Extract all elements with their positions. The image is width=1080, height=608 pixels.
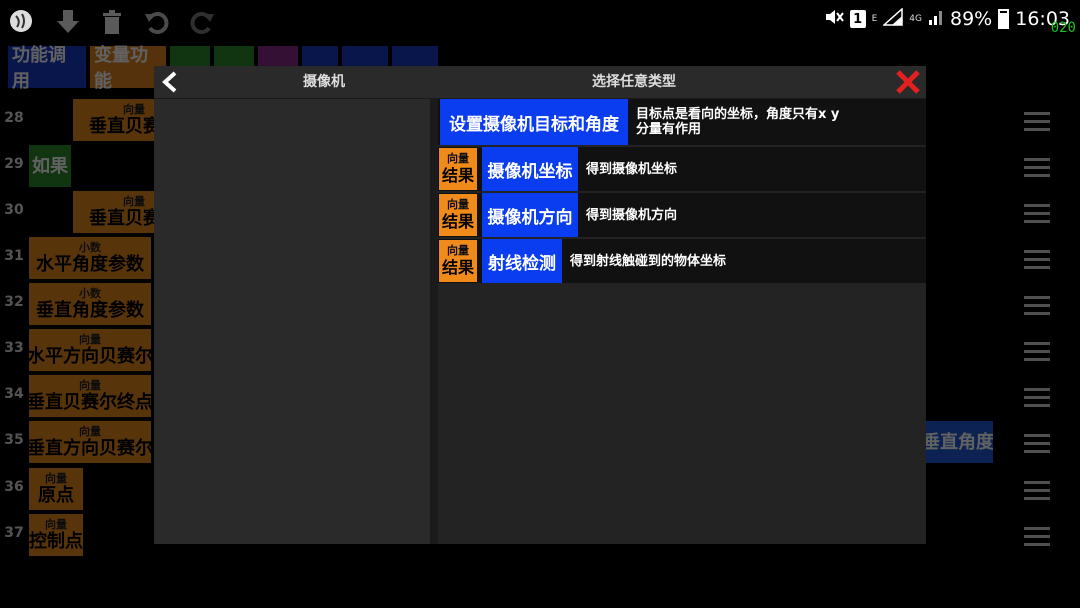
return-kind-label: 结果 [441,212,474,231]
fps-counter: 020 [1050,20,1076,36]
option-name: 射线检测 [482,239,562,283]
mute-icon [824,8,844,31]
download-icon[interactable] [54,8,82,34]
option-description: 得到射线触碰到的物体坐标 [570,253,727,269]
return-kind-label: 结果 [441,258,474,277]
option-name: 摄像机坐标 [482,147,578,191]
battery-icon [998,9,1010,29]
network-type-label: E [871,14,878,24]
battery-percent: 89% [950,8,993,30]
return-type-badge: 向量 结果 [438,239,478,283]
app-logo-icon[interactable] [8,8,36,34]
option-description: 目标点是看向的坐标，角度只有x y分量有作用 [636,107,840,137]
back-button[interactable] [154,66,186,98]
dialog-header: 摄像机 选择任意类型 [154,66,926,98]
return-type-label: 向量 [447,198,469,211]
return-type-badge: 向量 结果 [438,193,478,237]
signal-icon [882,6,904,31]
chevron-left-icon [162,71,177,93]
signal-icon-2 [928,8,944,31]
option-row[interactable]: 向量 结果 摄像机方向 得到摄像机方向 [438,193,926,237]
undo-icon[interactable] [143,8,171,34]
redo-icon[interactable] [188,8,216,34]
option-row[interactable]: 向量 结果 摄像机坐标 得到摄像机坐标 [438,147,926,191]
dialog-title: 选择任意类型 [592,74,676,90]
system-indicators: 1 E 4G 89% 16:03 [824,6,1070,31]
network-label: 4G [909,14,922,24]
return-type-label: 向量 [447,244,469,257]
option-description: 得到摄像机方向 [586,207,678,223]
option-name: 设置摄像机目标和角度 [440,99,628,145]
option-row[interactable]: 向量 结果 射线检测 得到射线触碰到的物体坐标 [438,239,926,283]
category-list[interactable] [154,99,430,544]
return-type-badge: 向量 结果 [438,147,478,191]
option-description: 得到摄像机坐标 [586,161,678,177]
sim-badge: 1 [849,10,866,28]
return-kind-label: 结果 [441,166,474,185]
status-bar: 1 E 4G 89% 16:03 020 [0,0,1080,38]
category-title: 摄像机 [303,74,345,90]
option-name: 摄像机方向 [482,193,578,237]
option-row[interactable]: 设置摄像机目标和角度 目标点是看向的坐标，角度只有x y分量有作用 [438,99,926,145]
option-list: 设置摄像机目标和角度 目标点是看向的坐标，角度只有x y分量有作用 向量 结果 摄像机坐… [438,99,926,544]
return-type-label: 向量 [447,152,469,165]
close-button[interactable] [892,66,924,98]
trash-icon[interactable] [98,8,126,34]
type-select-dialog: 摄像机 选择任意类型 设置摄像机目标和角度 目标点是看向的坐标，角度只有x y分量… [154,66,926,544]
close-icon [896,70,920,94]
